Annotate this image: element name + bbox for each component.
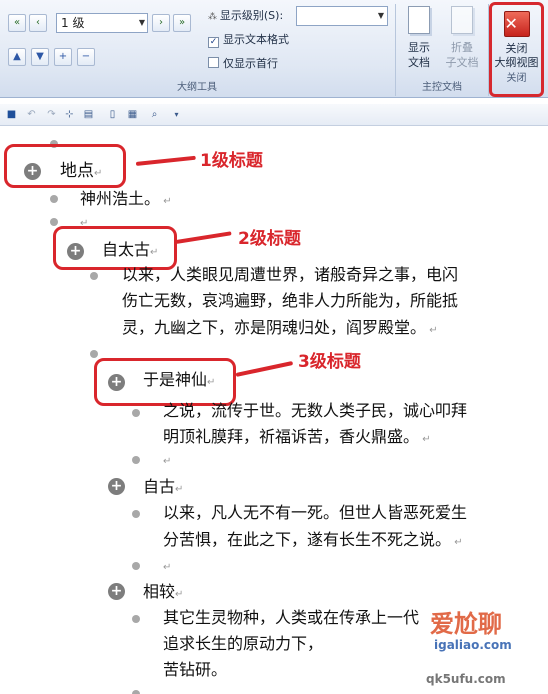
outline-bullet[interactable]: [132, 409, 140, 417]
body-text-line[interactable]: 分苦惧，在此之下，遂有长生不死之说。 ↵: [163, 528, 463, 555]
body-text-line[interactable]: 明顶礼膜拜，祈福诉苦，香火鼎盛。 ↵: [163, 425, 431, 452]
heading-level3[interactable]: 于是神仙↵: [143, 368, 215, 395]
collapse-button[interactable]: −: [77, 48, 95, 66]
chevron-down-icon: ▼: [377, 11, 384, 20]
watermark-url: igaliao.com: [434, 638, 512, 652]
annotation-level2: 2级标题: [238, 229, 301, 249]
show-level-combo[interactable]: ▼: [296, 6, 388, 26]
show-text-format-checkbox[interactable]: ✓ 显示文本格式: [208, 33, 289, 48]
outline-bullet[interactable]: [90, 272, 98, 280]
body-text-line[interactable]: 追求长生的原动力下，: [163, 632, 323, 656]
master-document-group-label: 主控文档: [422, 82, 462, 93]
expand-plus-icon[interactable]: +: [108, 583, 125, 600]
outline-level-value: 1 级: [61, 16, 85, 30]
annotation-level1: 1级标题: [200, 151, 263, 171]
body-text-line[interactable]: 以来，人类眼见周遭世界，诸般奇异之事，电闪: [122, 263, 458, 287]
quick-access-toolbar: ■ ↶ ↷ ⊹ ▤ ▯ ▦ ⌕ ▾: [0, 104, 548, 126]
demote-button[interactable]: ›: [152, 14, 170, 32]
site-watermark: 爱尬聊 igaliao.com qk5ufu.com: [388, 600, 548, 694]
expand-plus-icon[interactable]: +: [67, 243, 84, 260]
body-text[interactable]: 神州浩土。 ↵: [80, 187, 172, 214]
outline-ribbon: « ‹ 1 级 ▼ › » ▲ ▼ + − ⁂ 显示级别(S): ▼ ✓ 显示文本…: [0, 0, 548, 98]
outline-bullet[interactable]: [90, 350, 98, 358]
expand-plus-icon[interactable]: +: [108, 478, 125, 495]
level-icon: ⁂: [208, 12, 220, 22]
move-up-button[interactable]: ▲: [8, 48, 26, 66]
show-first-line-checkbox[interactable]: 仅显示首行: [208, 57, 278, 71]
close-group-label: 关闭: [506, 73, 527, 84]
checkbox-checked-icon: ✓: [208, 37, 219, 48]
outline-bullet[interactable]: [50, 218, 58, 226]
collapse-subdocuments-button[interactable]: 折叠 子文档: [440, 4, 484, 76]
quick-print-icon[interactable]: ▤: [82, 109, 95, 121]
annotation-line: [135, 155, 196, 166]
outline-tools-group-label: 大纲工具: [177, 82, 217, 93]
show-document-button[interactable]: 显示 文档: [397, 4, 441, 76]
customize-toolbar-icon[interactable]: ▾: [170, 109, 183, 121]
show-level-label: ⁂ 显示级别(S):: [208, 9, 284, 22]
body-text-line[interactable]: 之说，流传于世。无数人类子民，诚心叩拜: [163, 399, 467, 423]
body-text-line[interactable]: 以来，凡人无不有一死。但世人皆恶死爱生: [163, 501, 467, 525]
expand-plus-icon[interactable]: +: [108, 374, 125, 391]
body-text-line[interactable]: 伤亡无数，哀鸿遍野，绝非人力所能为，所能抵: [122, 289, 458, 313]
outline-bullet[interactable]: [132, 456, 140, 464]
undo-icon[interactable]: ↶: [25, 109, 38, 121]
body-text-line[interactable]: 灵，九幽之下，亦是阴魂归处，阎罗殿堂。 ↵: [122, 316, 438, 343]
redo-icon[interactable]: ↷: [45, 109, 58, 121]
new-document-icon[interactable]: ▯: [106, 109, 119, 121]
body-text-line[interactable]: 苦钻研。: [163, 658, 227, 682]
expand-button[interactable]: +: [54, 48, 72, 66]
chevron-down-icon: ▼: [138, 18, 145, 27]
subdocument-icon: [451, 6, 473, 34]
save-icon[interactable]: ■: [5, 109, 18, 121]
annotation-level3: 3级标题: [298, 352, 361, 372]
zoom-icon[interactable]: ⌕: [148, 109, 161, 121]
expand-plus-icon[interactable]: +: [24, 163, 41, 180]
watermark-url2: qk5ufu.com: [426, 672, 506, 686]
document-icon: [408, 6, 430, 34]
heading-level1[interactable]: 地点↵: [60, 159, 102, 186]
promote-to-heading1-button[interactable]: «: [8, 14, 26, 32]
annotation-line: [175, 231, 232, 244]
promote-button[interactable]: ‹: [29, 14, 47, 32]
outline-bullet[interactable]: [132, 510, 140, 518]
outline-bullet[interactable]: [132, 690, 140, 694]
heading-level3[interactable]: 相较↵: [143, 580, 183, 607]
outline-bullet[interactable]: [50, 195, 58, 203]
print-preview-icon[interactable]: ▦: [126, 109, 139, 121]
empty-line[interactable]: ↵: [163, 553, 171, 580]
close-outline-view-button[interactable]: ✕ 关闭 大纲视图 关闭: [489, 2, 544, 97]
annotation-line: [235, 360, 294, 377]
watermark-brand: 爱尬聊: [430, 610, 502, 638]
empty-line[interactable]: ↵: [163, 447, 171, 474]
demote-to-body-button[interactable]: »: [173, 14, 191, 32]
outline-bullet[interactable]: [132, 615, 140, 623]
heading-level2[interactable]: 自太古↵: [102, 238, 158, 265]
outline-bullet[interactable]: [132, 562, 140, 570]
close-icon: ✕: [503, 11, 530, 37]
heading-level3[interactable]: 自古↵: [143, 475, 183, 502]
outline-level-combo[interactable]: 1 级 ▼: [56, 13, 148, 33]
checkbox-unchecked-icon: [208, 57, 219, 68]
format-painter-icon[interactable]: ⊹: [63, 109, 76, 121]
move-down-button[interactable]: ▼: [31, 48, 49, 66]
body-text-line[interactable]: 其它生灵物种，人类或在传承上一代: [163, 606, 419, 630]
